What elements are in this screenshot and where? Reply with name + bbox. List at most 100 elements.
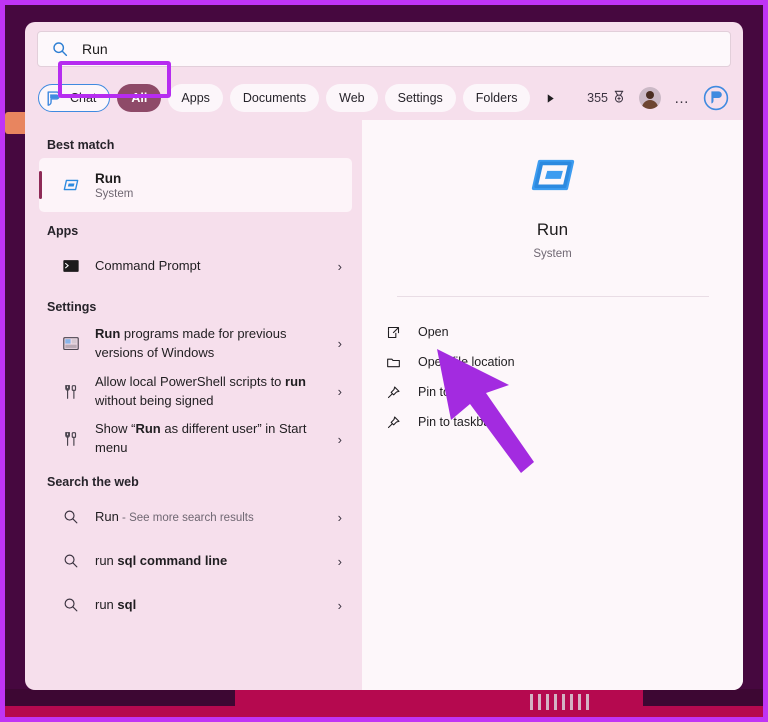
taskbar-icons-region bbox=[530, 694, 590, 710]
tab-apps[interactable]: Apps bbox=[168, 84, 223, 112]
tab-chat[interactable]: Chat bbox=[38, 84, 111, 112]
chevron-right-icon[interactable]: › bbox=[338, 432, 342, 447]
web-result-run[interactable]: Run - See more search results › bbox=[39, 495, 352, 539]
web-label-hint: - See more search results bbox=[118, 511, 254, 524]
command-prompt-icon bbox=[61, 257, 81, 275]
tab-web-label: Web bbox=[339, 91, 365, 105]
action-pin-to-taskbar[interactable]: Pin to taskbar bbox=[384, 407, 743, 437]
tab-documents[interactable]: Documents bbox=[229, 84, 320, 112]
action-pin-to-start-label: Pin to Start bbox=[418, 385, 480, 399]
setting-result-run-as-different-user[interactable]: Show “Run as different user” in Start me… bbox=[39, 415, 352, 463]
tab-documents-label: Documents bbox=[242, 91, 307, 105]
setting-result-label: Run programs made for previous versions … bbox=[95, 325, 324, 363]
tab-apps-label: Apps bbox=[181, 91, 210, 105]
rewards-points: 355 bbox=[587, 91, 608, 105]
search-the-web-header: Search the web bbox=[47, 475, 139, 490]
tab-chat-label: Chat bbox=[70, 91, 97, 105]
setting-label-part-plain: programs made for previous versions of W… bbox=[95, 326, 287, 360]
setting-label-part-bold: Run bbox=[95, 326, 121, 341]
best-match-texts: Run System bbox=[95, 171, 133, 200]
setting-result-run-compatibility[interactable]: Run programs made for previous versions … bbox=[39, 320, 352, 368]
web-result-label: Run - See more search results bbox=[95, 508, 324, 527]
app-result-command-prompt[interactable]: Command Prompt › bbox=[39, 244, 352, 288]
search-input[interactable]: Run bbox=[37, 31, 731, 67]
tab-settings[interactable]: Settings bbox=[384, 84, 456, 112]
chevron-right-icon[interactable]: › bbox=[338, 384, 342, 399]
web-label-query: Run bbox=[95, 508, 119, 524]
search-icon bbox=[61, 509, 81, 525]
preview-title: Run bbox=[536, 220, 569, 239]
chevron-right-icon[interactable]: › bbox=[338, 259, 342, 274]
preview-actions: Open Open file location Pin to Start Pin… bbox=[362, 317, 743, 437]
rewards-badge[interactable]: 355 bbox=[587, 90, 626, 107]
tab-all-label: All bbox=[131, 91, 148, 105]
web-result-label: run sql command line bbox=[95, 552, 324, 571]
settings-header: Settings bbox=[47, 300, 97, 314]
compatibility-icon bbox=[61, 335, 81, 353]
web-label-suggestion: sql command line bbox=[117, 552, 228, 568]
run-app-icon bbox=[524, 146, 582, 204]
action-pin-to-start[interactable]: Pin to Start bbox=[384, 377, 743, 407]
tab-all[interactable]: All bbox=[117, 84, 162, 112]
web-result-run-sql-command-line[interactable]: run sql command line › bbox=[39, 539, 352, 583]
settings-tools-icon bbox=[61, 430, 81, 448]
setting-label-part-bold: Run bbox=[135, 421, 161, 437]
search-icon bbox=[52, 41, 68, 57]
chevron-right-icon[interactable]: › bbox=[338, 598, 342, 613]
search-input-value: Run bbox=[82, 41, 108, 57]
web-label-query: run bbox=[95, 552, 118, 568]
web-result-label: run sql bbox=[95, 596, 324, 615]
setting-result-label: Show “Run as different user” in Start me… bbox=[95, 420, 324, 458]
pin-icon bbox=[384, 415, 402, 430]
app-result-label: Command Prompt bbox=[95, 257, 201, 273]
web-result-run-sql[interactable]: run sql › bbox=[39, 583, 352, 627]
preview-pane: Run System Open Open file location Pin t… bbox=[362, 120, 743, 690]
action-open[interactable]: Open bbox=[384, 317, 743, 347]
chevron-right-icon[interactable]: › bbox=[338, 554, 342, 569]
preview-subtitle: System bbox=[533, 248, 572, 260]
play-arrow-icon[interactable] bbox=[539, 93, 561, 104]
best-match-title: Run bbox=[95, 170, 122, 186]
action-open-file-location-label: Open file location bbox=[418, 355, 515, 369]
best-match-header: Best match bbox=[47, 138, 115, 152]
avatar-body bbox=[642, 100, 658, 109]
search-icon bbox=[61, 597, 81, 613]
setting-result-powershell-scripts[interactable]: Allow local PowerShell scripts to run wi… bbox=[39, 368, 352, 416]
web-label-query: run bbox=[95, 596, 118, 612]
action-open-file-location[interactable]: Open file location bbox=[384, 347, 743, 377]
taskbar-left-region bbox=[5, 689, 235, 706]
avatar[interactable] bbox=[639, 87, 661, 109]
results-list-pane: Best match Run System Apps Command Promp… bbox=[25, 120, 362, 690]
tab-web[interactable]: Web bbox=[326, 84, 378, 112]
setting-result-label: Allow local PowerShell scripts to run wi… bbox=[95, 373, 324, 411]
setting-label-part-bold: run bbox=[285, 373, 306, 389]
search-filter-tabs: Chat All Apps Documents Web Settings Fol… bbox=[25, 76, 743, 120]
chevron-right-icon[interactable]: › bbox=[338, 336, 342, 351]
tab-folders[interactable]: Folders bbox=[462, 84, 531, 112]
bing-logo-icon[interactable] bbox=[703, 85, 729, 111]
web-label-suggestion: sql bbox=[117, 596, 137, 612]
rewards-medal-icon bbox=[612, 90, 626, 107]
apps-header: Apps bbox=[47, 224, 79, 238]
search-row: Run bbox=[25, 22, 743, 98]
ellipsis-icon[interactable]: … bbox=[668, 91, 696, 106]
best-match-subtitle: System bbox=[95, 187, 134, 200]
bing-chat-icon bbox=[45, 89, 64, 108]
folder-icon bbox=[384, 355, 402, 370]
search-icon bbox=[61, 553, 81, 569]
start-menu-search-panel: Run Chat All Apps Documents Web Settings… bbox=[25, 22, 743, 690]
action-open-label: Open bbox=[418, 325, 449, 339]
setting-label-part-plain-2: without being signed bbox=[95, 392, 214, 408]
setting-label-part-plain: Allow local PowerShell scripts to bbox=[95, 373, 286, 389]
run-app-icon bbox=[61, 174, 81, 196]
tab-settings-label: Settings bbox=[397, 91, 443, 105]
action-pin-to-taskbar-label: Pin to taskbar bbox=[418, 415, 495, 429]
open-external-icon bbox=[384, 325, 402, 340]
avatar-head bbox=[646, 91, 654, 99]
settings-tools-icon bbox=[61, 383, 81, 401]
chevron-right-icon[interactable]: › bbox=[338, 510, 342, 525]
best-match-result-run[interactable]: Run System bbox=[39, 158, 352, 212]
search-results-body: Best match Run System Apps Command Promp… bbox=[25, 120, 743, 690]
tab-folders-label: Folders bbox=[475, 91, 518, 105]
pin-icon bbox=[384, 385, 402, 400]
